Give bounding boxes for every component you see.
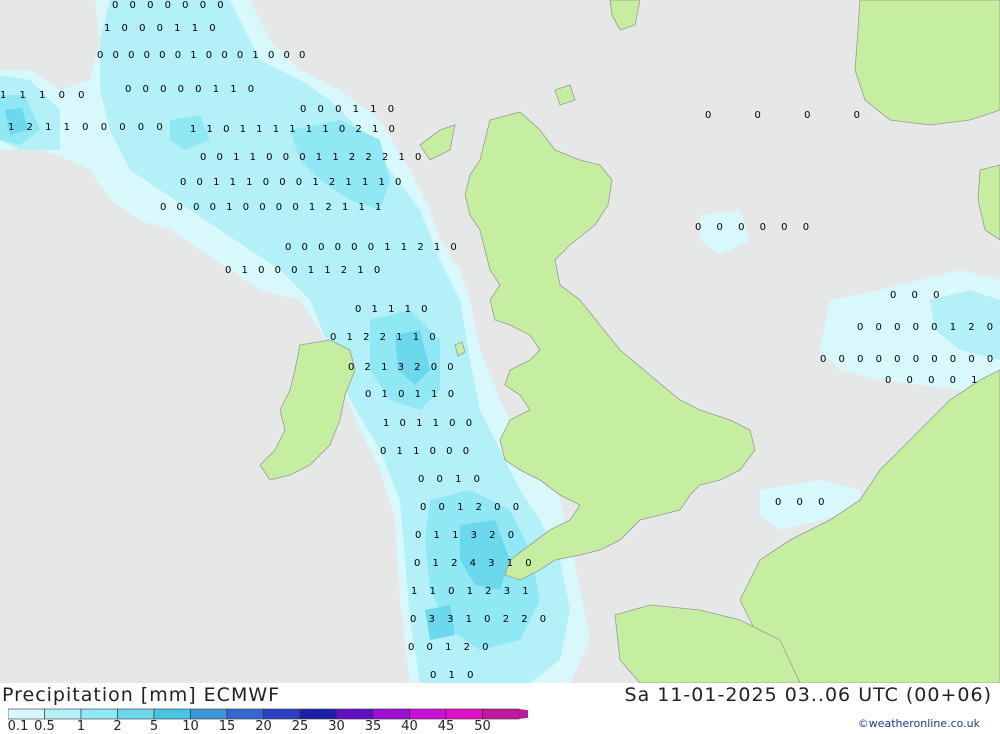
value-row: 1 1 0 1 1 1 1 1 1 0 2 1 0 — [190, 124, 395, 135]
value-row: 0 0 0 1 1 0 — [300, 104, 394, 115]
legend-swatch — [44, 708, 82, 720]
legend-swatch — [482, 708, 520, 720]
value-row: 0 0 0 0 0 1 2 0 — [857, 322, 993, 333]
legend-swatch — [226, 708, 264, 720]
value-row: 0 0 0 0 0 0 0 0 0 0 — [820, 354, 993, 365]
legend-tick-label: 30 — [328, 719, 345, 734]
value-row: 0 1 2 2 1 1 0 — [330, 332, 436, 343]
value-row: 0 1 2 4 3 1 0 — [414, 558, 532, 569]
legend-tick-label: 15 — [218, 719, 236, 734]
legend-swatch — [372, 708, 410, 720]
legend-tick-label: 0.1 — [7, 719, 29, 734]
value-row: 0 0 0 — [890, 290, 939, 301]
value-row: 0 1 0 0 0 1 1 2 1 0 — [225, 265, 380, 276]
value-row: 0 0 1 0 — [418, 474, 480, 485]
value-row: 0 0 1 1 0 0 0 1 1 2 2 2 1 0 — [200, 152, 421, 163]
value-row: 0 2 1 3 2 0 0 — [348, 362, 454, 373]
value-row: 1 2 1 1 0 0 0 0 0 — [8, 122, 163, 133]
legend-swatch — [8, 708, 45, 720]
legend-swatch — [299, 708, 337, 720]
value-row: 0 3 3 1 0 2 2 0 — [410, 614, 546, 625]
legend-tick-label: 20 — [255, 719, 272, 734]
value-row: 0 1 0 1 1 0 — [365, 389, 454, 400]
legend-tick-label: 2 — [113, 719, 122, 734]
legend-swatch — [80, 708, 118, 720]
map-title: Precipitation [mm] ECMWF — [2, 684, 281, 706]
value-row: 0 0 1 1 1 0 0 0 1 2 1 1 1 0 — [180, 177, 401, 188]
value-row: 0 0 0 0 0 0 0 — [112, 0, 224, 11]
land-scandinavia — [854, 0, 1000, 126]
value-row: 0 0 0 0 0 0 — [695, 222, 809, 233]
value-row: 0 0 0 0 1 — [885, 375, 978, 386]
value-row: 0 1 1 1 0 — [355, 304, 428, 315]
value-row: 1 0 1 1 0 0 — [383, 418, 472, 429]
value-row: 0 1 1 0 0 0 — [380, 446, 469, 457]
legend-tick-label: 10 — [182, 719, 199, 734]
value-row: 0 0 0 — [775, 497, 824, 508]
value-row: 0 0 0 0 0 1 1 0 — [125, 84, 254, 95]
value-row: 0 0 1 2 0 0 — [420, 502, 519, 513]
value-row: 1 0 0 0 1 1 0 — [104, 23, 216, 34]
precipitation-map: 0 0 0 0 0 0 0 1 0 0 0 1 1 0 0 0 0 0 0 0 … — [0, 0, 1000, 683]
legend-tick-label: 1 — [76, 719, 86, 734]
value-row: 0 0 0 0 — [705, 110, 860, 121]
legend-swatch — [445, 708, 483, 720]
legend-swatch — [336, 708, 374, 720]
legend-tick-label: 35 — [364, 719, 382, 734]
value-row: 0 0 0 0 0 0 1 1 2 1 0 — [285, 242, 457, 253]
legend-swatch — [117, 708, 155, 720]
legend-swatch — [190, 708, 228, 720]
value-row: 0 0 0 0 0 0 1 0 0 0 1 0 0 0 — [97, 50, 305, 61]
value-row: 0 1 0 — [430, 670, 473, 681]
value-row: 0 0 1 2 0 — [408, 642, 489, 653]
legend-tick-label: 0.5 — [34, 719, 55, 734]
legend-tick-label: 5 — [149, 719, 159, 734]
value-row: 0 1 1 3 2 0 — [415, 530, 514, 541]
legend-tick-label: 50 — [474, 719, 491, 734]
legend-swatch — [409, 708, 447, 720]
legend-tick-label: 25 — [291, 719, 309, 734]
copyright-link[interactable]: ©weatheronline.co.uk — [858, 717, 980, 730]
legend-swatch — [153, 708, 191, 720]
legend-tick-label: 40 — [401, 719, 418, 734]
value-row: 1 1 0 1 2 3 1 — [411, 586, 529, 597]
legend-arrow-icon — [519, 709, 528, 719]
legend-swatch — [263, 708, 301, 720]
validity-time: Sa 11-01-2025 03..06 UTC (00+06) — [624, 684, 992, 706]
legend-tick-label: 45 — [437, 719, 455, 734]
value-row: 0 0 0 0 1 0 0 0 0 1 2 1 1 1 — [160, 202, 381, 213]
value-row: 1 1 1 0 0 — [0, 90, 85, 101]
